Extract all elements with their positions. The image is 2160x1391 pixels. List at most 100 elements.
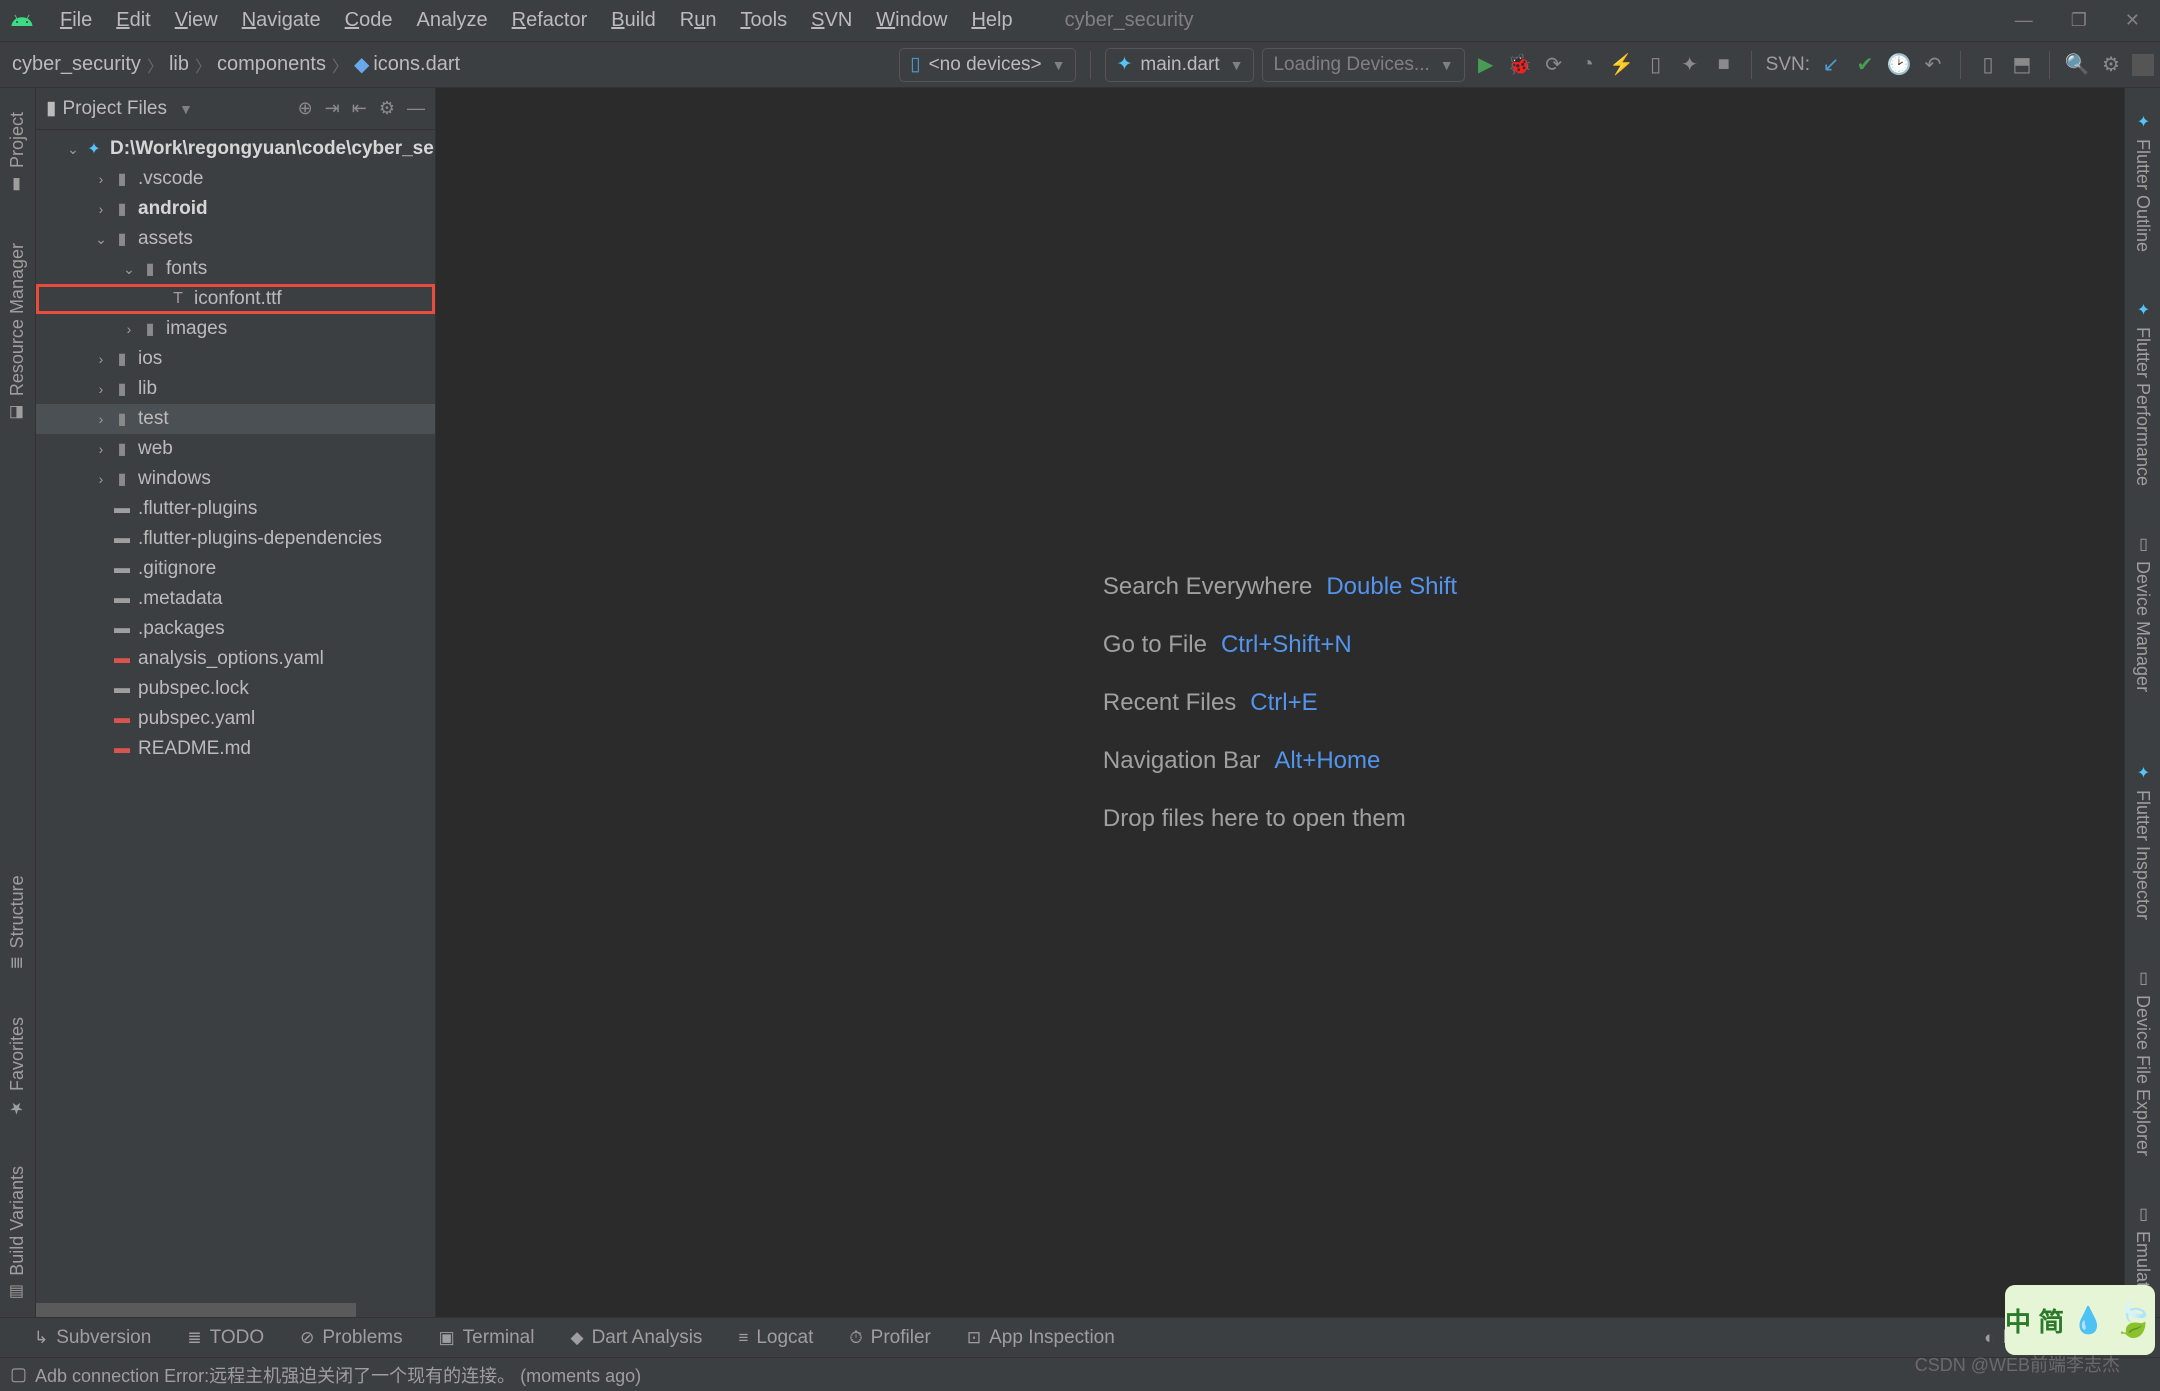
folder-icon: ▮ [110, 229, 134, 249]
tree-folder-vscode[interactable]: ›▮.vscode [36, 164, 435, 194]
avd-button[interactable]: ▯ [1975, 52, 2001, 78]
search-everywhere-button[interactable]: 🔍 [2064, 52, 2090, 78]
flutter-attach-button[interactable]: ✦ [1677, 52, 1703, 78]
hot-reload-button[interactable]: ⚡ [1609, 52, 1635, 78]
settings-button[interactable]: ⚙ [2098, 52, 2124, 78]
menu-help[interactable]: Help [959, 9, 1024, 32]
run-config-label: main.dart [1140, 54, 1219, 76]
project-scrollbar[interactable] [36, 1303, 435, 1317]
tree-folder-web[interactable]: ›▮web [36, 434, 435, 464]
tree-file-metadata[interactable]: ▬.metadata [36, 584, 435, 614]
minimize-button[interactable]: — [2015, 10, 2033, 31]
menu-build[interactable]: Build [599, 9, 667, 32]
menu-file[interactable]: File [48, 9, 104, 32]
tree-root[interactable]: ⌄✦D:\Work\regongyuan\code\cyber_se [36, 134, 435, 164]
sdk-button[interactable]: ⬒ [2009, 52, 2035, 78]
menu-refactor[interactable]: Refactor [500, 9, 600, 32]
tab-favorites[interactable]: ★Favorites [7, 1003, 28, 1132]
folder-icon: ▮ [8, 176, 27, 195]
tab-flutter-inspector[interactable]: ✦Flutter Inspector [2132, 749, 2153, 934]
tab-app-inspection[interactable]: ⊡App Inspection [967, 1327, 1115, 1349]
project-tree[interactable]: ⌄✦D:\Work\regongyuan\code\cyber_se ›▮.vs… [36, 130, 435, 1317]
chevron-right-icon: 〉 [147, 53, 163, 77]
collapse-all-button[interactable]: ⇤ [352, 98, 367, 119]
run-config-selector[interactable]: ✦ main.dart ▼ [1105, 48, 1254, 82]
crumb-lib[interactable]: lib [169, 53, 189, 76]
tree-file-flutter-plugins[interactable]: ▬.flutter-plugins [36, 494, 435, 524]
file-icon: ▬ [110, 500, 134, 518]
tab-build-variants[interactable]: ▤Build Variants [7, 1152, 28, 1317]
tree-file-flutter-plugins-deps[interactable]: ▬.flutter-plugins-dependencies [36, 524, 435, 554]
crumb-file[interactable]: icons.dart [373, 53, 460, 76]
tree-file-pubspec-yaml[interactable]: ▬pubspec.yaml [36, 704, 435, 734]
tree-folder-test[interactable]: ›▮test [36, 404, 435, 434]
tab-profiler[interactable]: ⏱Profiler [849, 1327, 930, 1349]
ime-badge[interactable]: 中 简 💧 🍃 [2005, 1285, 2155, 1355]
menu-run[interactable]: Run [668, 9, 729, 32]
profile-button[interactable]: ◔ [1575, 52, 1601, 78]
stop-button[interactable]: ■ [1711, 52, 1737, 78]
menu-tools[interactable]: Tools [728, 9, 799, 32]
scrollbar-thumb[interactable] [36, 1303, 356, 1317]
logcat-icon: ≡ [738, 1328, 748, 1348]
menu-navigate[interactable]: Navigate [230, 9, 333, 32]
maximize-button[interactable]: ❐ [2071, 10, 2087, 31]
panel-settings-button[interactable]: ⚙ [379, 98, 395, 119]
menu-window[interactable]: Window [864, 9, 959, 32]
loading-devices[interactable]: Loading Devices... ▼ [1262, 48, 1464, 82]
tab-flutter-outline[interactable]: ✦Flutter Outline [2132, 98, 2153, 266]
tab-subversion[interactable]: ↳Subversion [34, 1327, 151, 1349]
tree-folder-ios[interactable]: ›▮ios [36, 344, 435, 374]
tree-folder-android[interactable]: ›▮android [36, 194, 435, 224]
tree-file-gitignore[interactable]: ▬.gitignore [36, 554, 435, 584]
tab-structure[interactable]: ≣Structure [7, 861, 28, 983]
svn-revert-button[interactable]: ↶ [1920, 52, 1946, 78]
inspection-icon: ⊡ [967, 1328, 981, 1348]
tree-file-packages[interactable]: ▬.packages [36, 614, 435, 644]
tree-file-readme[interactable]: ▬README.md [36, 734, 435, 764]
project-view-selector[interactable]: ▮ Project Files ▼ [46, 97, 193, 120]
tree-file-iconfont[interactable]: Ticonfont.ttf [36, 284, 435, 314]
device-selector[interactable]: ▯ <no devices> ▼ [899, 48, 1076, 82]
tree-folder-fonts[interactable]: ⌄▮fonts [36, 254, 435, 284]
breadcrumb[interactable]: cyber_security 〉 lib 〉 components 〉 ◆ ic… [0, 52, 460, 77]
crumb-components[interactable]: components [217, 53, 326, 76]
tab-logcat[interactable]: ≡Logcat [738, 1327, 813, 1349]
tab-device-manager[interactable]: ▯Device Manager [2132, 520, 2153, 706]
tree-folder-windows[interactable]: ›▮windows [36, 464, 435, 494]
debug-button[interactable]: 🐞 [1507, 52, 1533, 78]
tree-folder-assets[interactable]: ⌄▮assets [36, 224, 435, 254]
menu-svn[interactable]: SVN [799, 9, 864, 32]
tab-resource-manager[interactable]: ◧Resource Manager [7, 229, 28, 437]
svn-update-button[interactable]: ↙ [1818, 52, 1844, 78]
tree-folder-images[interactable]: ›▮images [36, 314, 435, 344]
tab-todo[interactable]: ≣TODO [187, 1327, 264, 1349]
tab-project[interactable]: ▮Project [7, 98, 28, 209]
file-icon: ▬ [110, 590, 134, 608]
coverage-button[interactable]: ⟳ [1541, 52, 1567, 78]
menu-analyze[interactable]: Analyze [404, 9, 499, 32]
phone-icon: ▯ [2133, 968, 2152, 987]
tree-file-analysis[interactable]: ▬analysis_options.yaml [36, 644, 435, 674]
tab-problems[interactable]: ⊘Problems [300, 1327, 403, 1349]
run-button[interactable]: ▶ [1473, 52, 1499, 78]
tab-flutter-performance[interactable]: ✦Flutter Performance [2132, 286, 2153, 500]
tree-file-pubspec-lock[interactable]: ▬pubspec.lock [36, 674, 435, 704]
account-button[interactable] [2132, 54, 2154, 76]
menu-edit[interactable]: Edit [104, 9, 162, 32]
hide-panel-button[interactable]: — [407, 98, 425, 119]
locate-button[interactable]: ⊕ [298, 98, 313, 119]
tab-dart-analysis[interactable]: ◆Dart Analysis [570, 1327, 702, 1349]
attach-button[interactable]: ▯ [1643, 52, 1669, 78]
svn-history-button[interactable]: 🕑 [1886, 52, 1912, 78]
tree-folder-lib[interactable]: ›▮lib [36, 374, 435, 404]
menu-code[interactable]: Code [333, 9, 405, 32]
crumb-project[interactable]: cyber_security [12, 53, 141, 76]
expand-all-button[interactable]: ⇥ [325, 98, 340, 119]
tab-terminal[interactable]: ▣Terminal [439, 1327, 535, 1349]
menu-view[interactable]: View [163, 9, 230, 32]
svn-commit-button[interactable]: ✔ [1852, 52, 1878, 78]
status-icon[interactable]: ▢ [10, 1364, 27, 1385]
close-button[interactable]: ✕ [2125, 10, 2140, 31]
tab-device-file-explorer[interactable]: ▯Device File Explorer [2132, 954, 2153, 1170]
